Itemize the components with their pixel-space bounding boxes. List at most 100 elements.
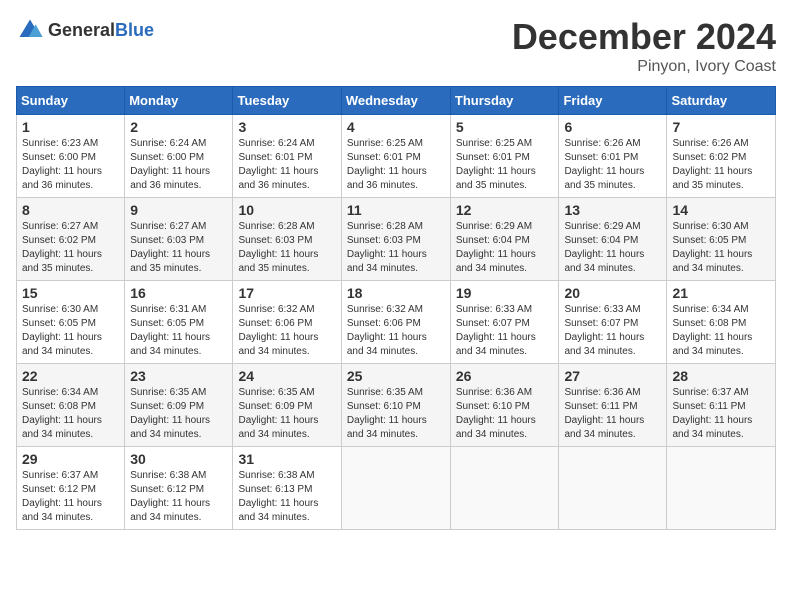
day-number: 31 bbox=[238, 451, 335, 467]
day-info: Sunrise: 6:38 AM Sunset: 6:13 PM Dayligh… bbox=[238, 469, 335, 525]
calendar-day-cell: 13 Sunrise: 6:29 AM Sunset: 6:04 PM Dayl… bbox=[559, 198, 667, 281]
calendar-day-cell: 9 Sunrise: 6:27 AM Sunset: 6:03 PM Dayli… bbox=[125, 198, 233, 281]
calendar-day-cell bbox=[450, 447, 559, 530]
calendar-week-row: 1 Sunrise: 6:23 AM Sunset: 6:00 PM Dayli… bbox=[17, 115, 776, 198]
day-info: Sunrise: 6:27 AM Sunset: 6:02 PM Dayligh… bbox=[22, 220, 119, 276]
day-info: Sunrise: 6:24 AM Sunset: 6:00 PM Dayligh… bbox=[130, 137, 227, 193]
calendar-day-cell: 22 Sunrise: 6:34 AM Sunset: 6:08 PM Dayl… bbox=[17, 364, 125, 447]
calendar-day-cell bbox=[341, 447, 450, 530]
day-number: 1 bbox=[22, 119, 119, 135]
calendar-day-cell: 21 Sunrise: 6:34 AM Sunset: 6:08 PM Dayl… bbox=[667, 281, 776, 364]
day-info: Sunrise: 6:25 AM Sunset: 6:01 PM Dayligh… bbox=[347, 137, 445, 193]
day-info: Sunrise: 6:34 AM Sunset: 6:08 PM Dayligh… bbox=[22, 386, 119, 442]
day-info: Sunrise: 6:26 AM Sunset: 6:01 PM Dayligh… bbox=[564, 137, 661, 193]
day-info: Sunrise: 6:36 AM Sunset: 6:10 PM Dayligh… bbox=[456, 386, 554, 442]
calendar-header-saturday: Saturday bbox=[667, 87, 776, 115]
day-info: Sunrise: 6:25 AM Sunset: 6:01 PM Dayligh… bbox=[456, 137, 554, 193]
day-number: 27 bbox=[564, 368, 661, 384]
day-info: Sunrise: 6:35 AM Sunset: 6:09 PM Dayligh… bbox=[238, 386, 335, 442]
day-info: Sunrise: 6:33 AM Sunset: 6:07 PM Dayligh… bbox=[564, 303, 661, 359]
day-info: Sunrise: 6:28 AM Sunset: 6:03 PM Dayligh… bbox=[347, 220, 445, 276]
calendar-day-cell: 27 Sunrise: 6:36 AM Sunset: 6:11 PM Dayl… bbox=[559, 364, 667, 447]
day-info: Sunrise: 6:30 AM Sunset: 6:05 PM Dayligh… bbox=[672, 220, 770, 276]
day-number: 29 bbox=[22, 451, 119, 467]
calendar-day-cell: 30 Sunrise: 6:38 AM Sunset: 6:12 PM Dayl… bbox=[125, 447, 233, 530]
day-number: 22 bbox=[22, 368, 119, 384]
day-number: 16 bbox=[130, 285, 227, 301]
day-number: 10 bbox=[238, 202, 335, 218]
logo-blue-text: Blue bbox=[115, 20, 154, 40]
logo: GeneralBlue bbox=[16, 16, 154, 44]
day-number: 20 bbox=[564, 285, 661, 301]
day-number: 2 bbox=[130, 119, 227, 135]
day-number: 14 bbox=[672, 202, 770, 218]
day-info: Sunrise: 6:29 AM Sunset: 6:04 PM Dayligh… bbox=[456, 220, 554, 276]
calendar-day-cell: 20 Sunrise: 6:33 AM Sunset: 6:07 PM Dayl… bbox=[559, 281, 667, 364]
day-number: 5 bbox=[456, 119, 554, 135]
day-number: 8 bbox=[22, 202, 119, 218]
day-info: Sunrise: 6:23 AM Sunset: 6:00 PM Dayligh… bbox=[22, 137, 119, 193]
day-number: 23 bbox=[130, 368, 227, 384]
calendar-week-row: 8 Sunrise: 6:27 AM Sunset: 6:02 PM Dayli… bbox=[17, 198, 776, 281]
header: GeneralBlue December 2024 Pinyon, Ivory … bbox=[16, 16, 776, 76]
day-info: Sunrise: 6:35 AM Sunset: 6:10 PM Dayligh… bbox=[347, 386, 445, 442]
month-title: December 2024 bbox=[512, 16, 776, 58]
calendar-day-cell bbox=[559, 447, 667, 530]
day-info: Sunrise: 6:26 AM Sunset: 6:02 PM Dayligh… bbox=[672, 137, 770, 193]
day-info: Sunrise: 6:37 AM Sunset: 6:11 PM Dayligh… bbox=[672, 386, 770, 442]
day-info: Sunrise: 6:33 AM Sunset: 6:07 PM Dayligh… bbox=[456, 303, 554, 359]
calendar-day-cell: 25 Sunrise: 6:35 AM Sunset: 6:10 PM Dayl… bbox=[341, 364, 450, 447]
day-info: Sunrise: 6:24 AM Sunset: 6:01 PM Dayligh… bbox=[238, 137, 335, 193]
calendar-table: SundayMondayTuesdayWednesdayThursdayFrid… bbox=[16, 86, 776, 530]
logo-general-text: General bbox=[48, 20, 115, 40]
calendar-day-cell bbox=[667, 447, 776, 530]
day-number: 13 bbox=[564, 202, 661, 218]
location-title: Pinyon, Ivory Coast bbox=[512, 58, 776, 76]
calendar-day-cell: 2 Sunrise: 6:24 AM Sunset: 6:00 PM Dayli… bbox=[125, 115, 233, 198]
calendar-day-cell: 15 Sunrise: 6:30 AM Sunset: 6:05 PM Dayl… bbox=[17, 281, 125, 364]
calendar-day-cell: 16 Sunrise: 6:31 AM Sunset: 6:05 PM Dayl… bbox=[125, 281, 233, 364]
calendar-day-cell: 3 Sunrise: 6:24 AM Sunset: 6:01 PM Dayli… bbox=[233, 115, 341, 198]
calendar-day-cell: 24 Sunrise: 6:35 AM Sunset: 6:09 PM Dayl… bbox=[233, 364, 341, 447]
calendar-day-cell: 29 Sunrise: 6:37 AM Sunset: 6:12 PM Dayl… bbox=[17, 447, 125, 530]
calendar-week-row: 29 Sunrise: 6:37 AM Sunset: 6:12 PM Dayl… bbox=[17, 447, 776, 530]
calendar-header-friday: Friday bbox=[559, 87, 667, 115]
day-number: 11 bbox=[347, 202, 445, 218]
calendar-week-row: 22 Sunrise: 6:34 AM Sunset: 6:08 PM Dayl… bbox=[17, 364, 776, 447]
calendar-header-monday: Monday bbox=[125, 87, 233, 115]
calendar-week-row: 15 Sunrise: 6:30 AM Sunset: 6:05 PM Dayl… bbox=[17, 281, 776, 364]
calendar-day-cell: 14 Sunrise: 6:30 AM Sunset: 6:05 PM Dayl… bbox=[667, 198, 776, 281]
calendar-day-cell: 17 Sunrise: 6:32 AM Sunset: 6:06 PM Dayl… bbox=[233, 281, 341, 364]
calendar-header-row: SundayMondayTuesdayWednesdayThursdayFrid… bbox=[17, 87, 776, 115]
day-number: 21 bbox=[672, 285, 770, 301]
day-number: 4 bbox=[347, 119, 445, 135]
calendar-day-cell: 5 Sunrise: 6:25 AM Sunset: 6:01 PM Dayli… bbox=[450, 115, 559, 198]
calendar-day-cell: 8 Sunrise: 6:27 AM Sunset: 6:02 PM Dayli… bbox=[17, 198, 125, 281]
day-number: 30 bbox=[130, 451, 227, 467]
calendar-day-cell: 11 Sunrise: 6:28 AM Sunset: 6:03 PM Dayl… bbox=[341, 198, 450, 281]
day-number: 18 bbox=[347, 285, 445, 301]
day-number: 25 bbox=[347, 368, 445, 384]
calendar-day-cell: 26 Sunrise: 6:36 AM Sunset: 6:10 PM Dayl… bbox=[450, 364, 559, 447]
day-info: Sunrise: 6:38 AM Sunset: 6:12 PM Dayligh… bbox=[130, 469, 227, 525]
calendar-header-tuesday: Tuesday bbox=[233, 87, 341, 115]
calendar-day-cell: 7 Sunrise: 6:26 AM Sunset: 6:02 PM Dayli… bbox=[667, 115, 776, 198]
calendar-day-cell: 23 Sunrise: 6:35 AM Sunset: 6:09 PM Dayl… bbox=[125, 364, 233, 447]
calendar-day-cell: 1 Sunrise: 6:23 AM Sunset: 6:00 PM Dayli… bbox=[17, 115, 125, 198]
day-info: Sunrise: 6:27 AM Sunset: 6:03 PM Dayligh… bbox=[130, 220, 227, 276]
calendar-header-thursday: Thursday bbox=[450, 87, 559, 115]
calendar-day-cell: 19 Sunrise: 6:33 AM Sunset: 6:07 PM Dayl… bbox=[450, 281, 559, 364]
day-number: 26 bbox=[456, 368, 554, 384]
day-info: Sunrise: 6:36 AM Sunset: 6:11 PM Dayligh… bbox=[564, 386, 661, 442]
day-info: Sunrise: 6:32 AM Sunset: 6:06 PM Dayligh… bbox=[238, 303, 335, 359]
day-number: 3 bbox=[238, 119, 335, 135]
calendar-day-cell: 28 Sunrise: 6:37 AM Sunset: 6:11 PM Dayl… bbox=[667, 364, 776, 447]
calendar-header-sunday: Sunday bbox=[17, 87, 125, 115]
day-info: Sunrise: 6:30 AM Sunset: 6:05 PM Dayligh… bbox=[22, 303, 119, 359]
day-number: 24 bbox=[238, 368, 335, 384]
day-number: 9 bbox=[130, 202, 227, 218]
day-info: Sunrise: 6:34 AM Sunset: 6:08 PM Dayligh… bbox=[672, 303, 770, 359]
calendar-header-wednesday: Wednesday bbox=[341, 87, 450, 115]
day-number: 15 bbox=[22, 285, 119, 301]
calendar-day-cell: 31 Sunrise: 6:38 AM Sunset: 6:13 PM Dayl… bbox=[233, 447, 341, 530]
